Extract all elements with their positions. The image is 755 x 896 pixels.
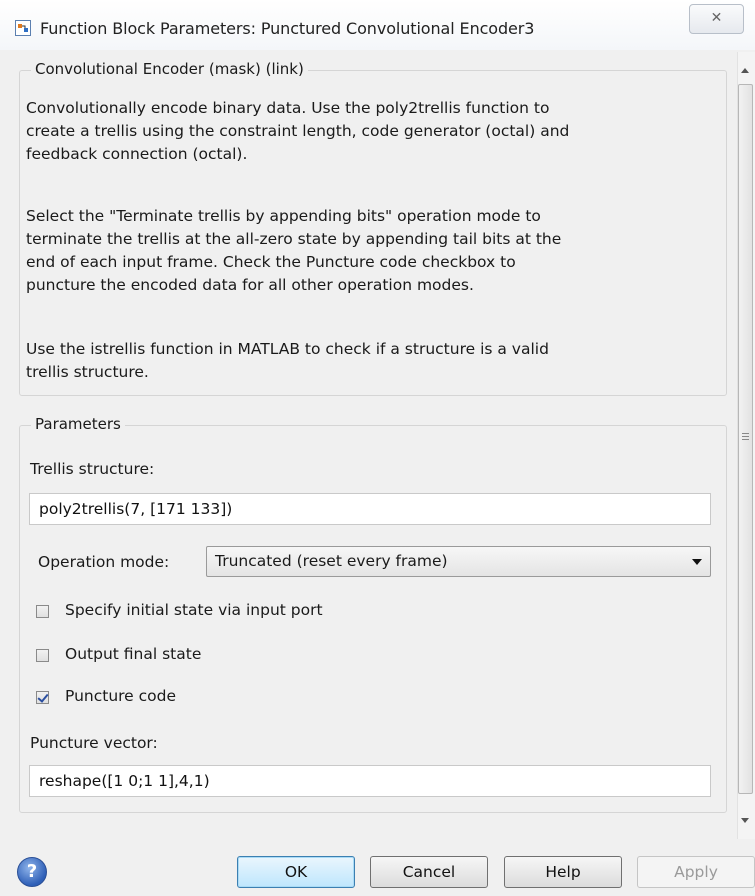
close-button[interactable]: ✕ bbox=[689, 4, 744, 34]
description-line: trellis structure. bbox=[26, 363, 149, 381]
puncture-vector-label: Puncture vector: bbox=[30, 734, 158, 752]
scroll-down-icon[interactable] bbox=[741, 818, 749, 823]
grip-line bbox=[742, 436, 749, 437]
simulink-block-icon bbox=[15, 20, 31, 36]
mask-group-label: Convolutional Encoder (mask) (link) bbox=[31, 60, 308, 78]
description-line: puncture the encoded data for all other … bbox=[26, 276, 474, 294]
description-line: end of each input frame. Check the Punct… bbox=[26, 253, 516, 271]
checkbox-output-final-state-label: Output final state bbox=[65, 645, 202, 663]
parameters-group-label: Parameters bbox=[31, 415, 125, 433]
operation-mode-select[interactable]: Truncated (reset every frame) bbox=[206, 546, 711, 577]
ok-button[interactable]: OK bbox=[237, 856, 355, 888]
trellis-structure-input[interactable]: poly2trellis(7, [171 133]) bbox=[29, 493, 711, 525]
description-line: terminate the trellis at the all-zero st… bbox=[26, 230, 562, 248]
chevron-down-icon bbox=[692, 559, 702, 565]
trellis-structure-label: Trellis structure: bbox=[30, 460, 155, 478]
window-title: Function Block Parameters: Punctured Con… bbox=[40, 19, 535, 38]
grip-line bbox=[742, 433, 749, 434]
checkbox-initial-state[interactable] bbox=[36, 605, 49, 618]
title-bar: Function Block Parameters: Punctured Con… bbox=[0, 0, 755, 50]
description-paragraph-3: Use the istrellis function in MATLAB to … bbox=[26, 338, 726, 384]
checkbox-output-final-state[interactable] bbox=[36, 649, 49, 662]
apply-button[interactable]: Apply bbox=[637, 856, 755, 888]
description-line: Select the "Terminate trellis by appendi… bbox=[26, 207, 541, 225]
scroll-up-icon[interactable] bbox=[741, 68, 749, 73]
checkbox-puncture-code-label: Puncture code bbox=[65, 687, 177, 705]
checkbox-puncture-code[interactable] bbox=[36, 691, 49, 704]
description-line: feedback connection (octal). bbox=[26, 145, 248, 163]
cancel-button[interactable]: Cancel bbox=[370, 856, 488, 888]
operation-mode-label: Operation mode: bbox=[38, 553, 170, 571]
parameters-group bbox=[19, 425, 727, 813]
checkbox-initial-state-label: Specify initial state via input port bbox=[65, 601, 323, 619]
operation-mode-value: Truncated (reset every frame) bbox=[215, 552, 448, 570]
close-icon: ✕ bbox=[710, 10, 723, 26]
description-paragraph-2: Select the "Terminate trellis by appendi… bbox=[26, 205, 726, 297]
help-icon[interactable]: ? bbox=[17, 857, 47, 887]
help-button[interactable]: Help bbox=[504, 856, 622, 888]
description-line: Convolutionally encode binary data. Use … bbox=[26, 99, 550, 117]
description-paragraph-1: Convolutionally encode binary data. Use … bbox=[26, 97, 726, 166]
description-line: Use the istrellis function in MATLAB to … bbox=[26, 340, 549, 358]
puncture-vector-input[interactable]: reshape([1 0;1 1],4,1) bbox=[29, 765, 711, 797]
description-line: create a trellis using the constraint le… bbox=[26, 122, 570, 140]
grip-line bbox=[742, 439, 749, 440]
